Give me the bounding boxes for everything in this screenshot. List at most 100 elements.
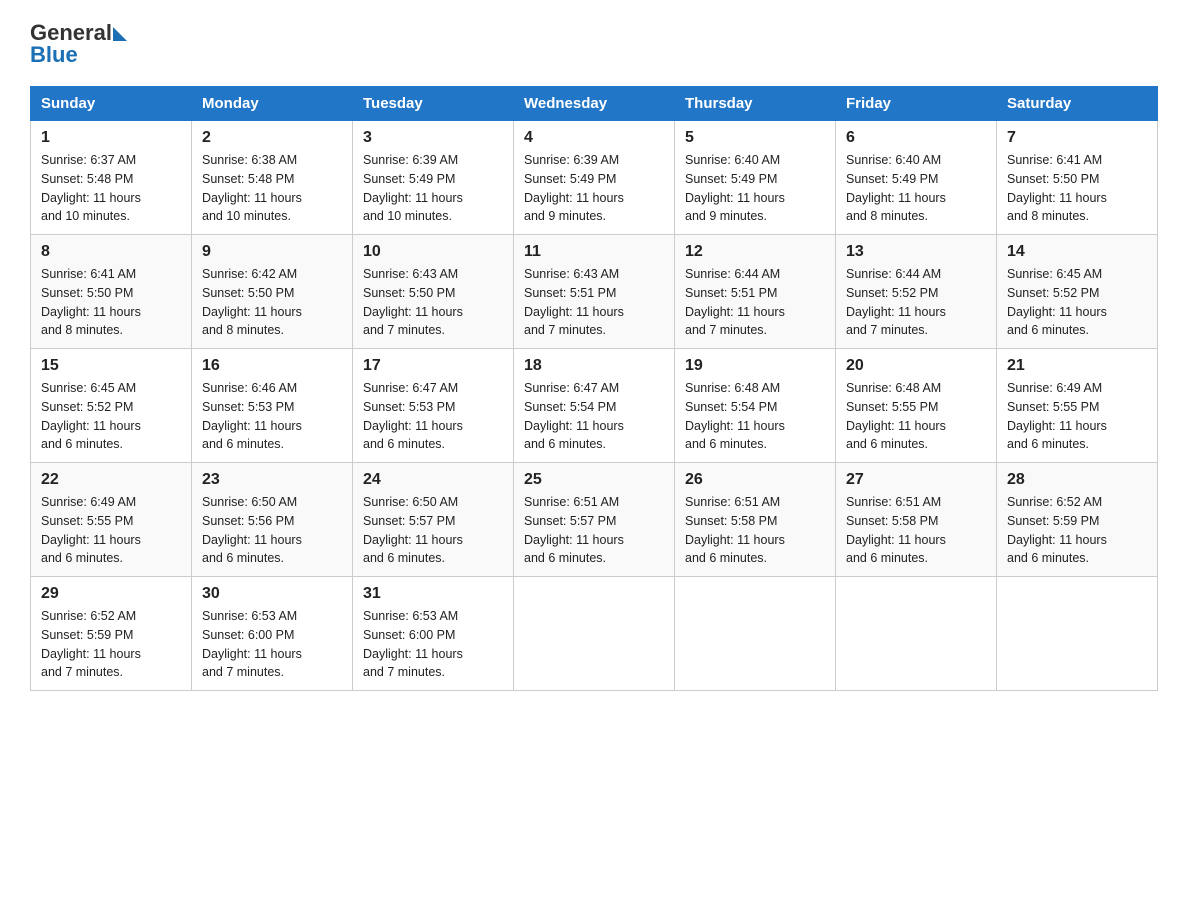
calendar-cell: 10 Sunrise: 6:43 AMSunset: 5:50 PMDayligh… [353,235,514,349]
calendar-cell: 5 Sunrise: 6:40 AMSunset: 5:49 PMDaylight… [675,121,836,235]
day-number: 8 [41,243,181,261]
day-number: 20 [846,357,986,375]
day-number: 9 [202,243,342,261]
calendar-cell: 20 Sunrise: 6:48 AMSunset: 5:55 PMDayligh… [836,349,997,463]
day-info: Sunrise: 6:52 AMSunset: 5:59 PMDaylight:… [41,609,141,679]
day-number: 28 [1007,471,1147,489]
calendar-cell: 12 Sunrise: 6:44 AMSunset: 5:51 PMDayligh… [675,235,836,349]
day-info: Sunrise: 6:46 AMSunset: 5:53 PMDaylight:… [202,381,302,451]
day-info: Sunrise: 6:39 AMSunset: 5:49 PMDaylight:… [524,153,624,223]
day-number: 18 [524,357,664,375]
day-number: 29 [41,585,181,603]
calendar-cell: 30 Sunrise: 6:53 AMSunset: 6:00 PMDayligh… [192,577,353,691]
calendar-cell: 6 Sunrise: 6:40 AMSunset: 5:49 PMDaylight… [836,121,997,235]
calendar-cell: 29 Sunrise: 6:52 AMSunset: 5:59 PMDayligh… [31,577,192,691]
day-info: Sunrise: 6:51 AMSunset: 5:57 PMDaylight:… [524,495,624,565]
calendar-cell: 8 Sunrise: 6:41 AMSunset: 5:50 PMDaylight… [31,235,192,349]
day-number: 31 [363,585,503,603]
day-number: 12 [685,243,825,261]
calendar-cell: 16 Sunrise: 6:46 AMSunset: 5:53 PMDayligh… [192,349,353,463]
header-saturday: Saturday [997,87,1158,121]
day-number: 3 [363,129,503,147]
calendar-cell: 27 Sunrise: 6:51 AMSunset: 5:58 PMDayligh… [836,463,997,577]
day-number: 5 [685,129,825,147]
week-row-3: 15 Sunrise: 6:45 AMSunset: 5:52 PMDayligh… [31,349,1158,463]
calendar-cell: 14 Sunrise: 6:45 AMSunset: 5:52 PMDayligh… [997,235,1158,349]
calendar-cell: 13 Sunrise: 6:44 AMSunset: 5:52 PMDayligh… [836,235,997,349]
logo-triangle-icon [113,27,127,41]
calendar-cell [997,577,1158,691]
day-info: Sunrise: 6:40 AMSunset: 5:49 PMDaylight:… [685,153,785,223]
day-info: Sunrise: 6:47 AMSunset: 5:54 PMDaylight:… [524,381,624,451]
day-info: Sunrise: 6:40 AMSunset: 5:49 PMDaylight:… [846,153,946,223]
calendar-cell: 18 Sunrise: 6:47 AMSunset: 5:54 PMDayligh… [514,349,675,463]
day-info: Sunrise: 6:45 AMSunset: 5:52 PMDaylight:… [41,381,141,451]
day-number: 25 [524,471,664,489]
day-number: 13 [846,243,986,261]
calendar-cell: 17Sunrise: 6:47 AMSunset: 5:53 PMDayligh… [353,349,514,463]
day-number: 4 [524,129,664,147]
week-row-2: 8 Sunrise: 6:41 AMSunset: 5:50 PMDaylight… [31,235,1158,349]
day-number: 22 [41,471,181,489]
calendar-cell: 24 Sunrise: 6:50 AMSunset: 5:57 PMDayligh… [353,463,514,577]
calendar-cell: 15 Sunrise: 6:45 AMSunset: 5:52 PMDayligh… [31,349,192,463]
day-number: 26 [685,471,825,489]
day-number: 30 [202,585,342,603]
calendar-header-row: SundayMondayTuesdayWednesdayThursdayFrid… [31,87,1158,121]
calendar-cell: 7 Sunrise: 6:41 AMSunset: 5:50 PMDaylight… [997,121,1158,235]
calendar-cell: 26 Sunrise: 6:51 AMSunset: 5:58 PMDayligh… [675,463,836,577]
day-info: Sunrise: 6:47 AMSunset: 5:53 PMDaylight:… [363,381,463,451]
day-info: Sunrise: 6:52 AMSunset: 5:59 PMDaylight:… [1007,495,1107,565]
day-number: 11 [524,243,664,261]
day-number: 15 [41,357,181,375]
day-number: 10 [363,243,503,261]
day-info: Sunrise: 6:44 AMSunset: 5:51 PMDaylight:… [685,267,785,337]
logo: General Blue [30,20,127,68]
day-info: Sunrise: 6:48 AMSunset: 5:54 PMDaylight:… [685,381,785,451]
day-info: Sunrise: 6:43 AMSunset: 5:50 PMDaylight:… [363,267,463,337]
page-header: General Blue [30,20,1158,68]
day-info: Sunrise: 6:48 AMSunset: 5:55 PMDaylight:… [846,381,946,451]
calendar-cell: 19 Sunrise: 6:48 AMSunset: 5:54 PMDayligh… [675,349,836,463]
day-info: Sunrise: 6:41 AMSunset: 5:50 PMDaylight:… [41,267,141,337]
day-info: Sunrise: 6:50 AMSunset: 5:57 PMDaylight:… [363,495,463,565]
day-number: 1 [41,129,181,147]
day-info: Sunrise: 6:49 AMSunset: 5:55 PMDaylight:… [41,495,141,565]
calendar-cell: 4 Sunrise: 6:39 AMSunset: 5:49 PMDaylight… [514,121,675,235]
day-number: 27 [846,471,986,489]
day-info: Sunrise: 6:44 AMSunset: 5:52 PMDaylight:… [846,267,946,337]
header-sunday: Sunday [31,87,192,121]
day-number: 2 [202,129,342,147]
day-info: Sunrise: 6:50 AMSunset: 5:56 PMDaylight:… [202,495,302,565]
day-number: 24 [363,471,503,489]
week-row-4: 22 Sunrise: 6:49 AMSunset: 5:55 PMDayligh… [31,463,1158,577]
calendar-table: SundayMondayTuesdayWednesdayThursdayFrid… [30,86,1158,691]
calendar-cell [675,577,836,691]
header-friday: Friday [836,87,997,121]
day-info: Sunrise: 6:38 AMSunset: 5:48 PMDaylight:… [202,153,302,223]
day-number: 19 [685,357,825,375]
day-number: 16 [202,357,342,375]
logo-text-blue: Blue [30,42,127,68]
day-info: Sunrise: 6:51 AMSunset: 5:58 PMDaylight:… [846,495,946,565]
header-thursday: Thursday [675,87,836,121]
day-info: Sunrise: 6:41 AMSunset: 5:50 PMDaylight:… [1007,153,1107,223]
day-info: Sunrise: 6:51 AMSunset: 5:58 PMDaylight:… [685,495,785,565]
day-info: Sunrise: 6:49 AMSunset: 5:55 PMDaylight:… [1007,381,1107,451]
calendar-cell: 11Sunrise: 6:43 AMSunset: 5:51 PMDayligh… [514,235,675,349]
calendar-cell: 28 Sunrise: 6:52 AMSunset: 5:59 PMDayligh… [997,463,1158,577]
calendar-cell: 1 Sunrise: 6:37 AMSunset: 5:48 PMDaylight… [31,121,192,235]
day-info: Sunrise: 6:39 AMSunset: 5:49 PMDaylight:… [363,153,463,223]
day-info: Sunrise: 6:37 AMSunset: 5:48 PMDaylight:… [41,153,141,223]
day-number: 7 [1007,129,1147,147]
day-info: Sunrise: 6:45 AMSunset: 5:52 PMDaylight:… [1007,267,1107,337]
calendar-cell: 2 Sunrise: 6:38 AMSunset: 5:48 PMDaylight… [192,121,353,235]
day-info: Sunrise: 6:53 AMSunset: 6:00 PMDaylight:… [363,609,463,679]
day-number: 14 [1007,243,1147,261]
day-number: 23 [202,471,342,489]
calendar-cell: 9 Sunrise: 6:42 AMSunset: 5:50 PMDaylight… [192,235,353,349]
header-tuesday: Tuesday [353,87,514,121]
day-info: Sunrise: 6:42 AMSunset: 5:50 PMDaylight:… [202,267,302,337]
day-info: Sunrise: 6:53 AMSunset: 6:00 PMDaylight:… [202,609,302,679]
day-number: 6 [846,129,986,147]
